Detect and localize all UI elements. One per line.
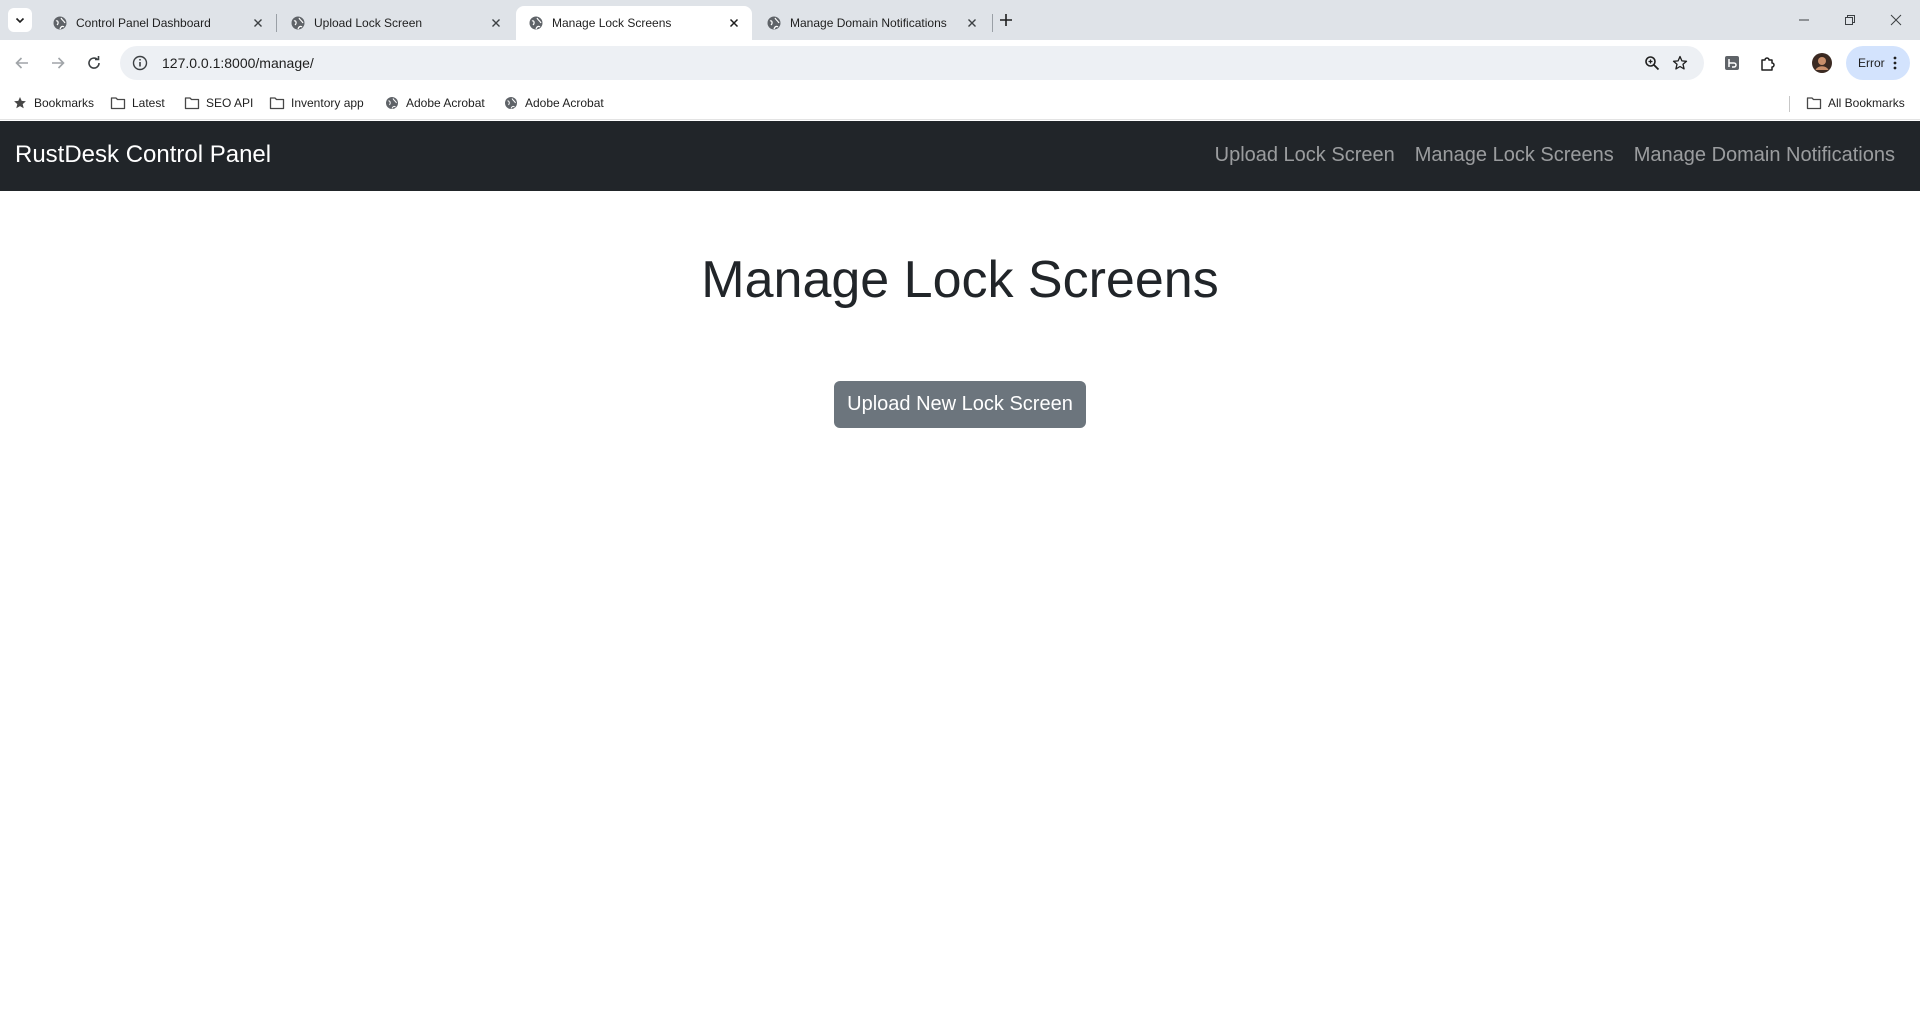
arrow-right-icon	[52, 57, 65, 69]
bookmarks-divider	[1789, 96, 1790, 112]
tab-search-button[interactable]	[8, 8, 32, 32]
nav-link-manage-domain-notifications[interactable]: Manage Domain Notifications	[1634, 144, 1895, 167]
page-title: Manage Lock Screens	[701, 251, 1219, 309]
folder-icon	[269, 95, 285, 111]
minimize-icon	[1799, 19, 1809, 21]
extensions-button[interactable]	[1754, 49, 1782, 77]
globe-icon	[767, 16, 781, 30]
browser-tab[interactable]: Control Panel Dashboard	[40, 6, 276, 40]
chevron-down-icon	[15, 17, 25, 24]
tab-separator	[276, 14, 277, 32]
tab-title: Manage Domain Notifications	[790, 16, 947, 30]
info-icon[interactable]	[130, 53, 150, 73]
puzzle-icon	[1761, 57, 1775, 71]
browser-tab-strip: Control Panel Dashboard Upload Lock Scre…	[0, 0, 1920, 40]
bookmark-folder[interactable]: SEO API	[184, 93, 253, 113]
close-window-button[interactable]	[1882, 8, 1910, 32]
folder-icon	[1806, 95, 1822, 111]
avatar-icon	[1812, 53, 1832, 73]
bookmark-folder[interactable]: Inventory app	[269, 93, 364, 113]
bookmark-item[interactable]: Adobe Acrobat	[503, 93, 604, 113]
bookmark-folder[interactable]: Latest	[110, 93, 165, 113]
restore-button[interactable]	[1836, 8, 1864, 32]
extension-app-icon	[1725, 56, 1739, 70]
zoom-icon[interactable]	[1638, 49, 1666, 77]
more-vert-icon	[1893, 56, 1897, 70]
tab-title: Upload Lock Screen	[314, 16, 423, 30]
bookmark-label: Adobe Acrobat	[525, 96, 604, 110]
new-tab-button[interactable]	[994, 8, 1018, 32]
reload-button[interactable]	[80, 49, 108, 77]
bookmark-label: Latest	[132, 96, 165, 110]
star-icon	[12, 95, 28, 111]
globe-icon	[53, 16, 67, 30]
url-text[interactable]: 127.0.0.1:8000/manage/	[162, 55, 1638, 71]
close-icon[interactable]	[488, 15, 504, 31]
bookmark-label: Bookmarks	[34, 96, 95, 110]
folder-icon	[110, 95, 126, 111]
extension-button[interactable]	[1718, 49, 1746, 77]
address-bar[interactable]: 127.0.0.1:8000/manage/	[120, 46, 1704, 80]
bookmarks-bar: Bookmarks Latest SEO API Inventory app A…	[0, 86, 1920, 120]
profile-avatar[interactable]	[1808, 49, 1836, 77]
bookmark-label: Inventory app	[291, 96, 364, 110]
forward-button[interactable]	[44, 49, 72, 77]
site-navbar: RustDesk Control Panel Upload Lock Scree…	[0, 121, 1920, 191]
close-icon[interactable]	[250, 15, 266, 31]
globe-icon	[503, 95, 519, 111]
reload-icon	[88, 56, 100, 69]
nav-link-upload-lock-screen[interactable]: Upload Lock Screen	[1215, 144, 1395, 167]
plus-icon	[1000, 14, 1012, 26]
close-icon	[1890, 14, 1902, 26]
all-bookmarks-label: All Bookmarks	[1828, 96, 1905, 110]
upload-new-lock-screen-button[interactable]: Upload New Lock Screen	[834, 381, 1086, 428]
bookmark-label: SEO API	[206, 96, 254, 110]
restore-icon	[1845, 15, 1855, 25]
globe-icon	[384, 95, 400, 111]
tab-separator	[992, 14, 993, 32]
bookmark-label: Adobe Acrobat	[406, 96, 485, 110]
browser-tab[interactable]: Upload Lock Screen	[278, 6, 514, 40]
nav-link-manage-lock-screens[interactable]: Manage Lock Screens	[1415, 144, 1614, 167]
navbar-brand[interactable]: RustDesk Control Panel	[15, 141, 271, 169]
browser-tab[interactable]: Manage Domain Notifications	[754, 6, 990, 40]
arrow-left-icon	[15, 57, 28, 69]
back-button[interactable]	[8, 49, 36, 77]
profile-error-button[interactable]: Error	[1846, 46, 1910, 80]
tab-title: Control Panel Dashboard	[76, 16, 211, 30]
navbar-links: Upload Lock Screen Manage Lock Screens M…	[1215, 144, 1895, 167]
minimize-button[interactable]	[1790, 8, 1818, 32]
star-icon[interactable]	[1666, 49, 1694, 77]
globe-icon	[529, 16, 543, 30]
folder-icon	[184, 95, 200, 111]
browser-tab-active[interactable]: Manage Lock Screens	[516, 6, 752, 40]
bookmark-item[interactable]: Adobe Acrobat	[384, 93, 485, 113]
all-bookmarks-button[interactable]: All Bookmarks	[1806, 93, 1905, 113]
close-icon[interactable]	[726, 15, 742, 31]
globe-icon	[291, 16, 305, 30]
close-icon[interactable]	[964, 15, 980, 31]
profile-status-label: Error	[1858, 56, 1885, 70]
bookmark-item[interactable]: Bookmarks	[12, 93, 94, 113]
tab-title: Manage Lock Screens	[552, 16, 672, 30]
browser-toolbar: 127.0.0.1:8000/manage/ Error	[0, 40, 1920, 86]
